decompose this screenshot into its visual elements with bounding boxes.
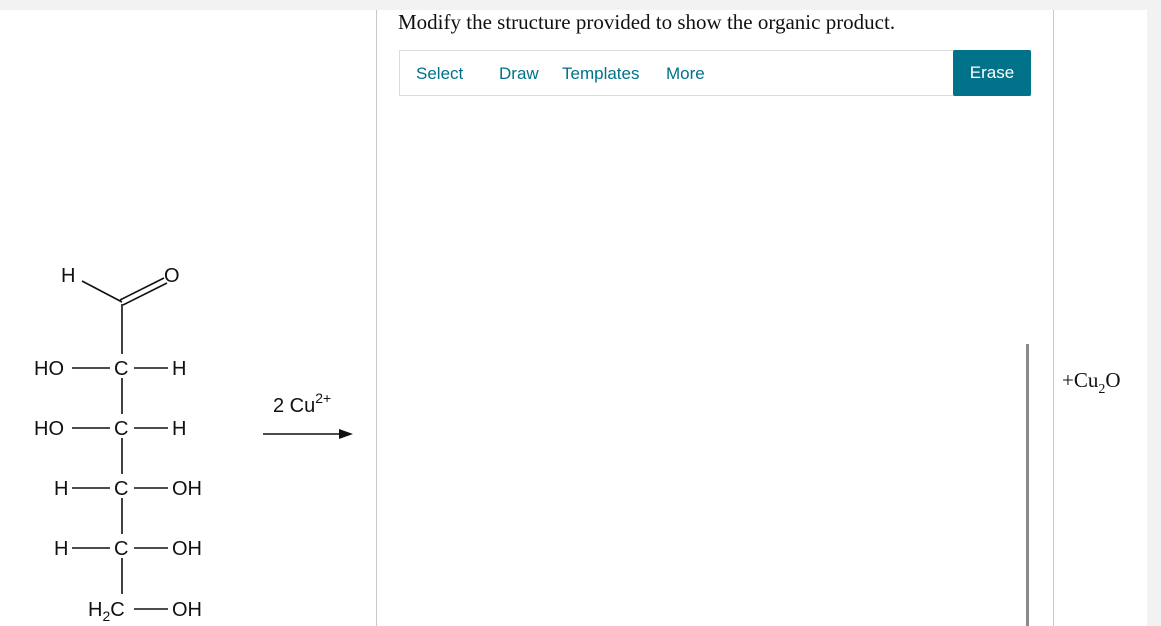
row4-carbon-label: C [114,538,128,560]
reactant-structure: H O HO C H HO C H H C OH H C OH H2C OH [34,265,202,624]
reagent-label: 2 Cu2+ [273,390,331,417]
more-tool-button[interactable]: More [666,64,705,84]
drawing-toolbar: Select Draw Templates More Erase [399,50,1031,96]
row1-right-label: H [172,358,186,380]
templates-tool-button[interactable]: Templates [562,64,639,84]
c-o-double-bond-b [122,282,168,306]
row2-right-label: H [172,418,186,440]
h-c-bond [81,280,123,303]
erase-button[interactable]: Erase [953,50,1031,96]
row3-carbon-label: C [114,478,128,500]
right-gutter [1147,10,1161,626]
canvas-resize-handle[interactable] [1026,344,1029,626]
row1-left-label: HO [34,358,64,380]
top-bar [0,0,1161,10]
question-prompt: Modify the structure provided to show th… [398,10,896,34]
right-divider [1053,10,1054,626]
row4-left-label: H [54,538,68,560]
select-tool-button[interactable]: Select [416,64,463,84]
c-o-double-bond-a [119,277,165,301]
reaction-arrow: 2 Cu2+ [263,390,353,439]
row2-left-label: HO [34,418,64,440]
arrow-head-icon [339,429,353,439]
byproduct-label: +Cu2O [1062,368,1121,397]
bottom-right-label: OH [172,599,202,621]
aldehyde-h-label: H [61,265,75,287]
row3-right-label: OH [172,478,202,500]
bottom-carbon-label: H2C [88,599,125,624]
left-divider [376,10,377,626]
draw-tool-button[interactable]: Draw [499,64,539,84]
row2-carbon-label: C [114,418,128,440]
row3-left-label: H [54,478,68,500]
row1-carbon-label: C [114,358,128,380]
row4-right-label: OH [172,538,202,560]
